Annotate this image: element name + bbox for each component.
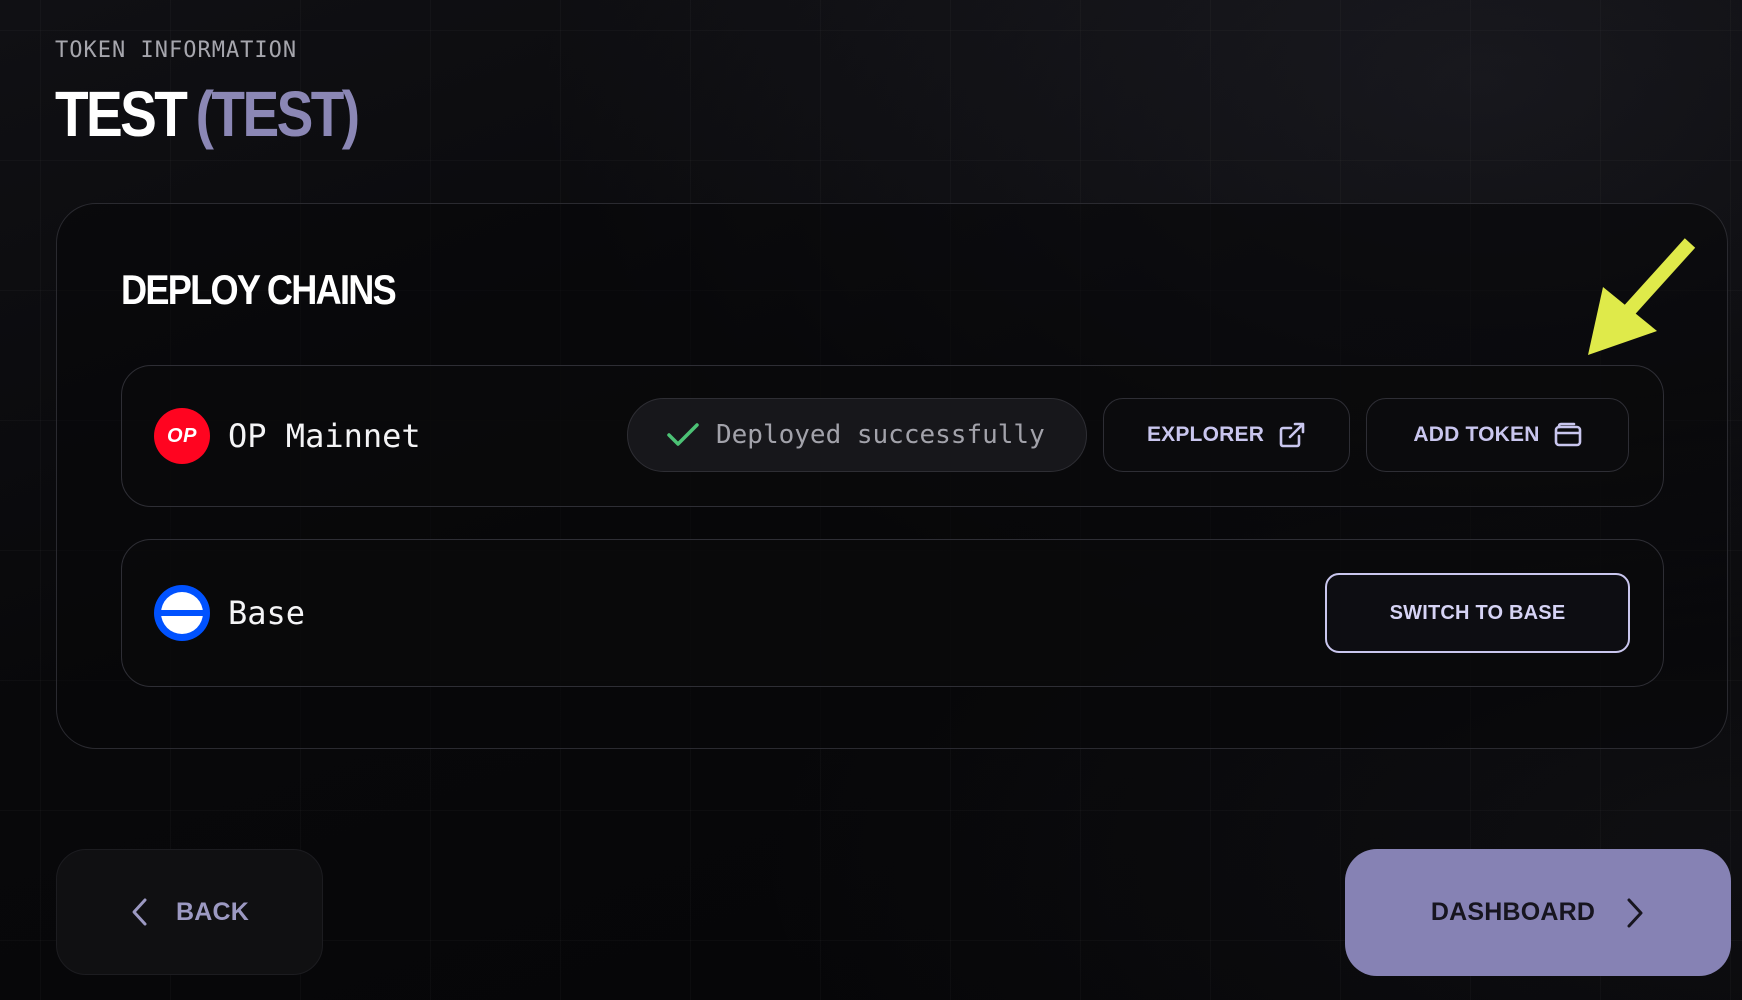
- chain-row-base: Base SWITCH TO BASE: [121, 539, 1664, 687]
- add-token-button[interactable]: ADD TOKEN: [1366, 398, 1629, 472]
- back-button-label: BACK: [175, 897, 250, 926]
- switch-to-base-button-label: SWITCH TO BASE: [1389, 601, 1566, 624]
- section-eyebrow: TOKEN INFORMATION: [55, 38, 298, 63]
- explorer-button[interactable]: EXPLORER: [1103, 398, 1350, 472]
- external-link-icon: [1279, 422, 1305, 448]
- token-title: TEST (TEST): [55, 78, 360, 150]
- chevron-right-icon: [1627, 898, 1643, 927]
- back-button[interactable]: BACK: [56, 849, 323, 975]
- token-symbol: (TEST): [195, 78, 360, 150]
- status-text: Deployed successfully: [716, 420, 1045, 450]
- op-mainnet-logo-icon: OP: [154, 408, 210, 464]
- chevron-left-icon: [132, 898, 147, 926]
- check-icon: [667, 423, 699, 446]
- add-token-button-label: ADD TOKEN: [1413, 423, 1540, 446]
- chain-row-op-mainnet: OP OP Mainnet Deployed successfully EXPL…: [121, 365, 1664, 507]
- base-logo-icon: [154, 585, 210, 641]
- status-badge: Deployed successfully: [627, 398, 1087, 472]
- dashboard-button[interactable]: DASHBOARD: [1345, 849, 1731, 976]
- panel-title: DEPLOY CHAINS: [121, 266, 397, 313]
- chain-name: OP Mainnet: [228, 417, 421, 455]
- chain-name: Base: [228, 594, 306, 632]
- dashboard-button-label: DASHBOARD: [1430, 898, 1596, 926]
- explorer-button-label: EXPLORER: [1146, 423, 1265, 446]
- token-name: TEST: [55, 78, 188, 150]
- deploy-chains-panel: DEPLOY CHAINS OP OP Mainnet Deployed suc…: [56, 203, 1728, 749]
- switch-to-base-button[interactable]: SWITCH TO BASE: [1325, 573, 1630, 653]
- op-logo-text: OP: [167, 424, 197, 447]
- wallet-icon: [1554, 422, 1581, 447]
